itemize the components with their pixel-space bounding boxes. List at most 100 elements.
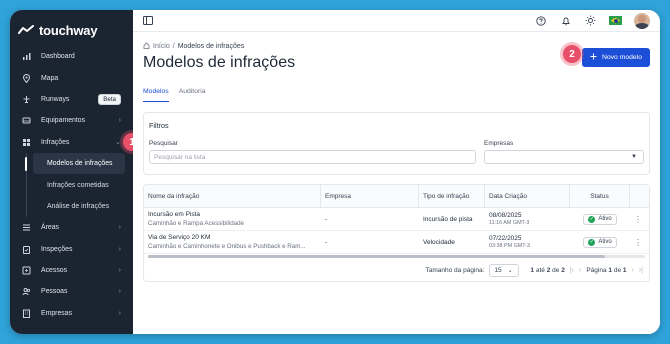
callout-marker-2: 2 (563, 45, 581, 63)
key-icon (22, 266, 31, 275)
new-model-button[interactable]: Novo modelo (581, 48, 650, 67)
infracoes-submenu: Modelos de infrações Infrações cometidas… (10, 152, 133, 217)
page-size-label: Tamanho da página: (425, 266, 485, 274)
column-header-company[interactable]: Empresa (321, 185, 419, 207)
row-actions-icon[interactable]: ⋮ (630, 208, 644, 230)
sidebar-subitem-cometidas[interactable]: Infrações cometidas (10, 174, 133, 195)
layers-icon (22, 223, 31, 232)
row-name: Via de Serviço 20 KM (148, 234, 211, 241)
home-icon[interactable] (143, 41, 150, 51)
chevron-right-icon: › (118, 245, 121, 253)
column-header-date[interactable]: Data Criação (485, 185, 570, 207)
sidebar-item-acessos[interactable]: Acessos › (10, 260, 133, 281)
beta-badge: Beta (98, 93, 121, 105)
row-date: 08/08/2025 (489, 212, 522, 219)
models-table: Nome da infração Empresa Tipo de infraçã… (143, 184, 650, 282)
breadcrumb-current: Modelos de infrações (177, 42, 245, 50)
users-icon (22, 287, 31, 296)
search-field[interactable] (149, 150, 476, 164)
cell-status: ✓ Ativo (570, 231, 630, 253)
sidebar-item-label: Áreas (41, 224, 60, 232)
topbar (133, 10, 660, 32)
help-icon[interactable] (528, 15, 553, 26)
sidebar-item-dashboard[interactable]: Dashboard (10, 46, 133, 67)
page-current: 1 (608, 266, 613, 274)
last-page-icon[interactable]: ›| (639, 267, 643, 274)
logo-icon (18, 25, 34, 34)
column-header-type[interactable]: Tipo de infração (419, 185, 485, 207)
page-size-select[interactable]: 15 ⌄ (489, 263, 520, 277)
prev-page-icon[interactable]: ‹ (579, 267, 581, 274)
sidebar-subitem-modelos[interactable]: Modelos de infrações (33, 152, 125, 175)
active-indicator (25, 156, 27, 171)
sidebar-item-equipamentos[interactable]: Equipamentos › (10, 110, 133, 131)
sidebar-subitem-label: Modelos de infrações (47, 160, 113, 168)
company-select[interactable]: ▼ (484, 150, 644, 164)
status-badge: ✓ Ativo (583, 236, 617, 248)
plus-icon (590, 53, 597, 62)
app-window: touchway Dashboard Mapa Runways Beta Equ… (10, 10, 660, 334)
tab-modelos[interactable]: Modelos (143, 88, 169, 104)
breadcrumb-separator: / (172, 42, 175, 50)
sidebar-toggle-icon[interactable] (143, 12, 153, 30)
chevron-right-icon: › (118, 309, 121, 317)
sidebar-item-pessoas[interactable]: Pessoas › (10, 281, 133, 302)
column-header-name[interactable]: Nome da infração (144, 185, 321, 207)
brand-logo[interactable]: touchway (10, 10, 133, 40)
sidebar-item-label: Acessos (41, 267, 68, 275)
cell-status: ✓ Ativo (570, 208, 630, 230)
range-start: 1 (530, 266, 535, 274)
sidebar-item-infracoes[interactable]: Infrações ⌄ (10, 132, 133, 153)
sidebar-item-mapa[interactable]: Mapa (10, 67, 133, 88)
sidebar-item-label: Equipamentos (41, 117, 86, 125)
sidebar-subitem-analise[interactable]: Análise de infrações (10, 196, 133, 217)
next-page-icon[interactable]: › (632, 267, 634, 274)
chevron-right-icon: › (118, 288, 121, 296)
status-label: Ativo (598, 216, 612, 222)
page-content: Início / Modelos de infrações Modelos de… (143, 40, 650, 282)
table-row[interactable]: Incursão em Pista Caminhão e Rampa Acess… (144, 208, 649, 231)
column-header-actions (630, 185, 644, 207)
caret-down-icon: ▼ (631, 154, 637, 160)
sidebar-item-areas[interactable]: Áreas › (10, 217, 133, 238)
search-label: Pesquisar (149, 140, 178, 147)
chevron-down-icon: ⌄ (507, 267, 513, 274)
sidebar-item-inspecoes[interactable]: Inspeções › (10, 239, 133, 260)
pagination: Tamanho da página: 15 ⌄ 1 até 2 de 2 |‹ … (426, 259, 649, 281)
chevron-down-icon: ⌄ (115, 139, 121, 147)
brand-name: touchway (39, 22, 98, 38)
sidebar-item-runways[interactable]: Runways Beta (10, 89, 133, 110)
search-input[interactable] (154, 153, 475, 161)
cell-company: - (325, 238, 328, 246)
first-page-icon[interactable]: |‹ (570, 267, 574, 274)
table-row[interactable]: Via de Serviço 20 KM Caminhão e Caminhon… (144, 231, 649, 254)
runway-icon (22, 95, 31, 104)
sun-icon[interactable] (578, 15, 603, 26)
row-actions-icon[interactable]: ⋮ (630, 231, 644, 253)
cell-date: 08/08/2025 11:16 AM GMT-3 (485, 208, 570, 230)
sidebar-item-label: Inspeções (41, 245, 73, 253)
column-header-status[interactable]: Status (570, 185, 630, 207)
cell-name: Via de Serviço 20 KM Caminhão e Caminhon… (144, 231, 321, 253)
company-label: Empresas (484, 140, 514, 147)
horizontal-scrollbar[interactable] (148, 255, 645, 258)
sidebar-subitem-label: Análise de infrações (47, 202, 110, 210)
truck-icon (22, 116, 31, 125)
sidebar-item-label: Mapa (41, 74, 59, 82)
status-badge: ✓ Ativo (583, 213, 617, 225)
topbar-actions (528, 12, 650, 29)
sidebar-item-empresas[interactable]: Empresas › (10, 303, 133, 324)
sidebar-subitem-label: Infrações cometidas (47, 181, 109, 189)
tabs: Modelos Auditoria (143, 88, 650, 104)
avatar[interactable] (634, 12, 650, 29)
bell-icon[interactable] (553, 16, 578, 26)
tab-auditoria[interactable]: Auditoria (179, 88, 206, 104)
sidebar-item-label: Empresas (41, 309, 73, 317)
brazil-flag-icon[interactable] (609, 16, 622, 25)
sidebar: touchway Dashboard Mapa Runways Beta Equ… (10, 10, 141, 334)
breadcrumb-home[interactable]: Início (153, 43, 170, 50)
sidebar-item-label: Dashboard (41, 53, 75, 61)
scrollbar-thumb[interactable] (148, 255, 606, 258)
page-text: Página 1 de 1 (586, 267, 626, 274)
grid-icon (22, 138, 31, 147)
